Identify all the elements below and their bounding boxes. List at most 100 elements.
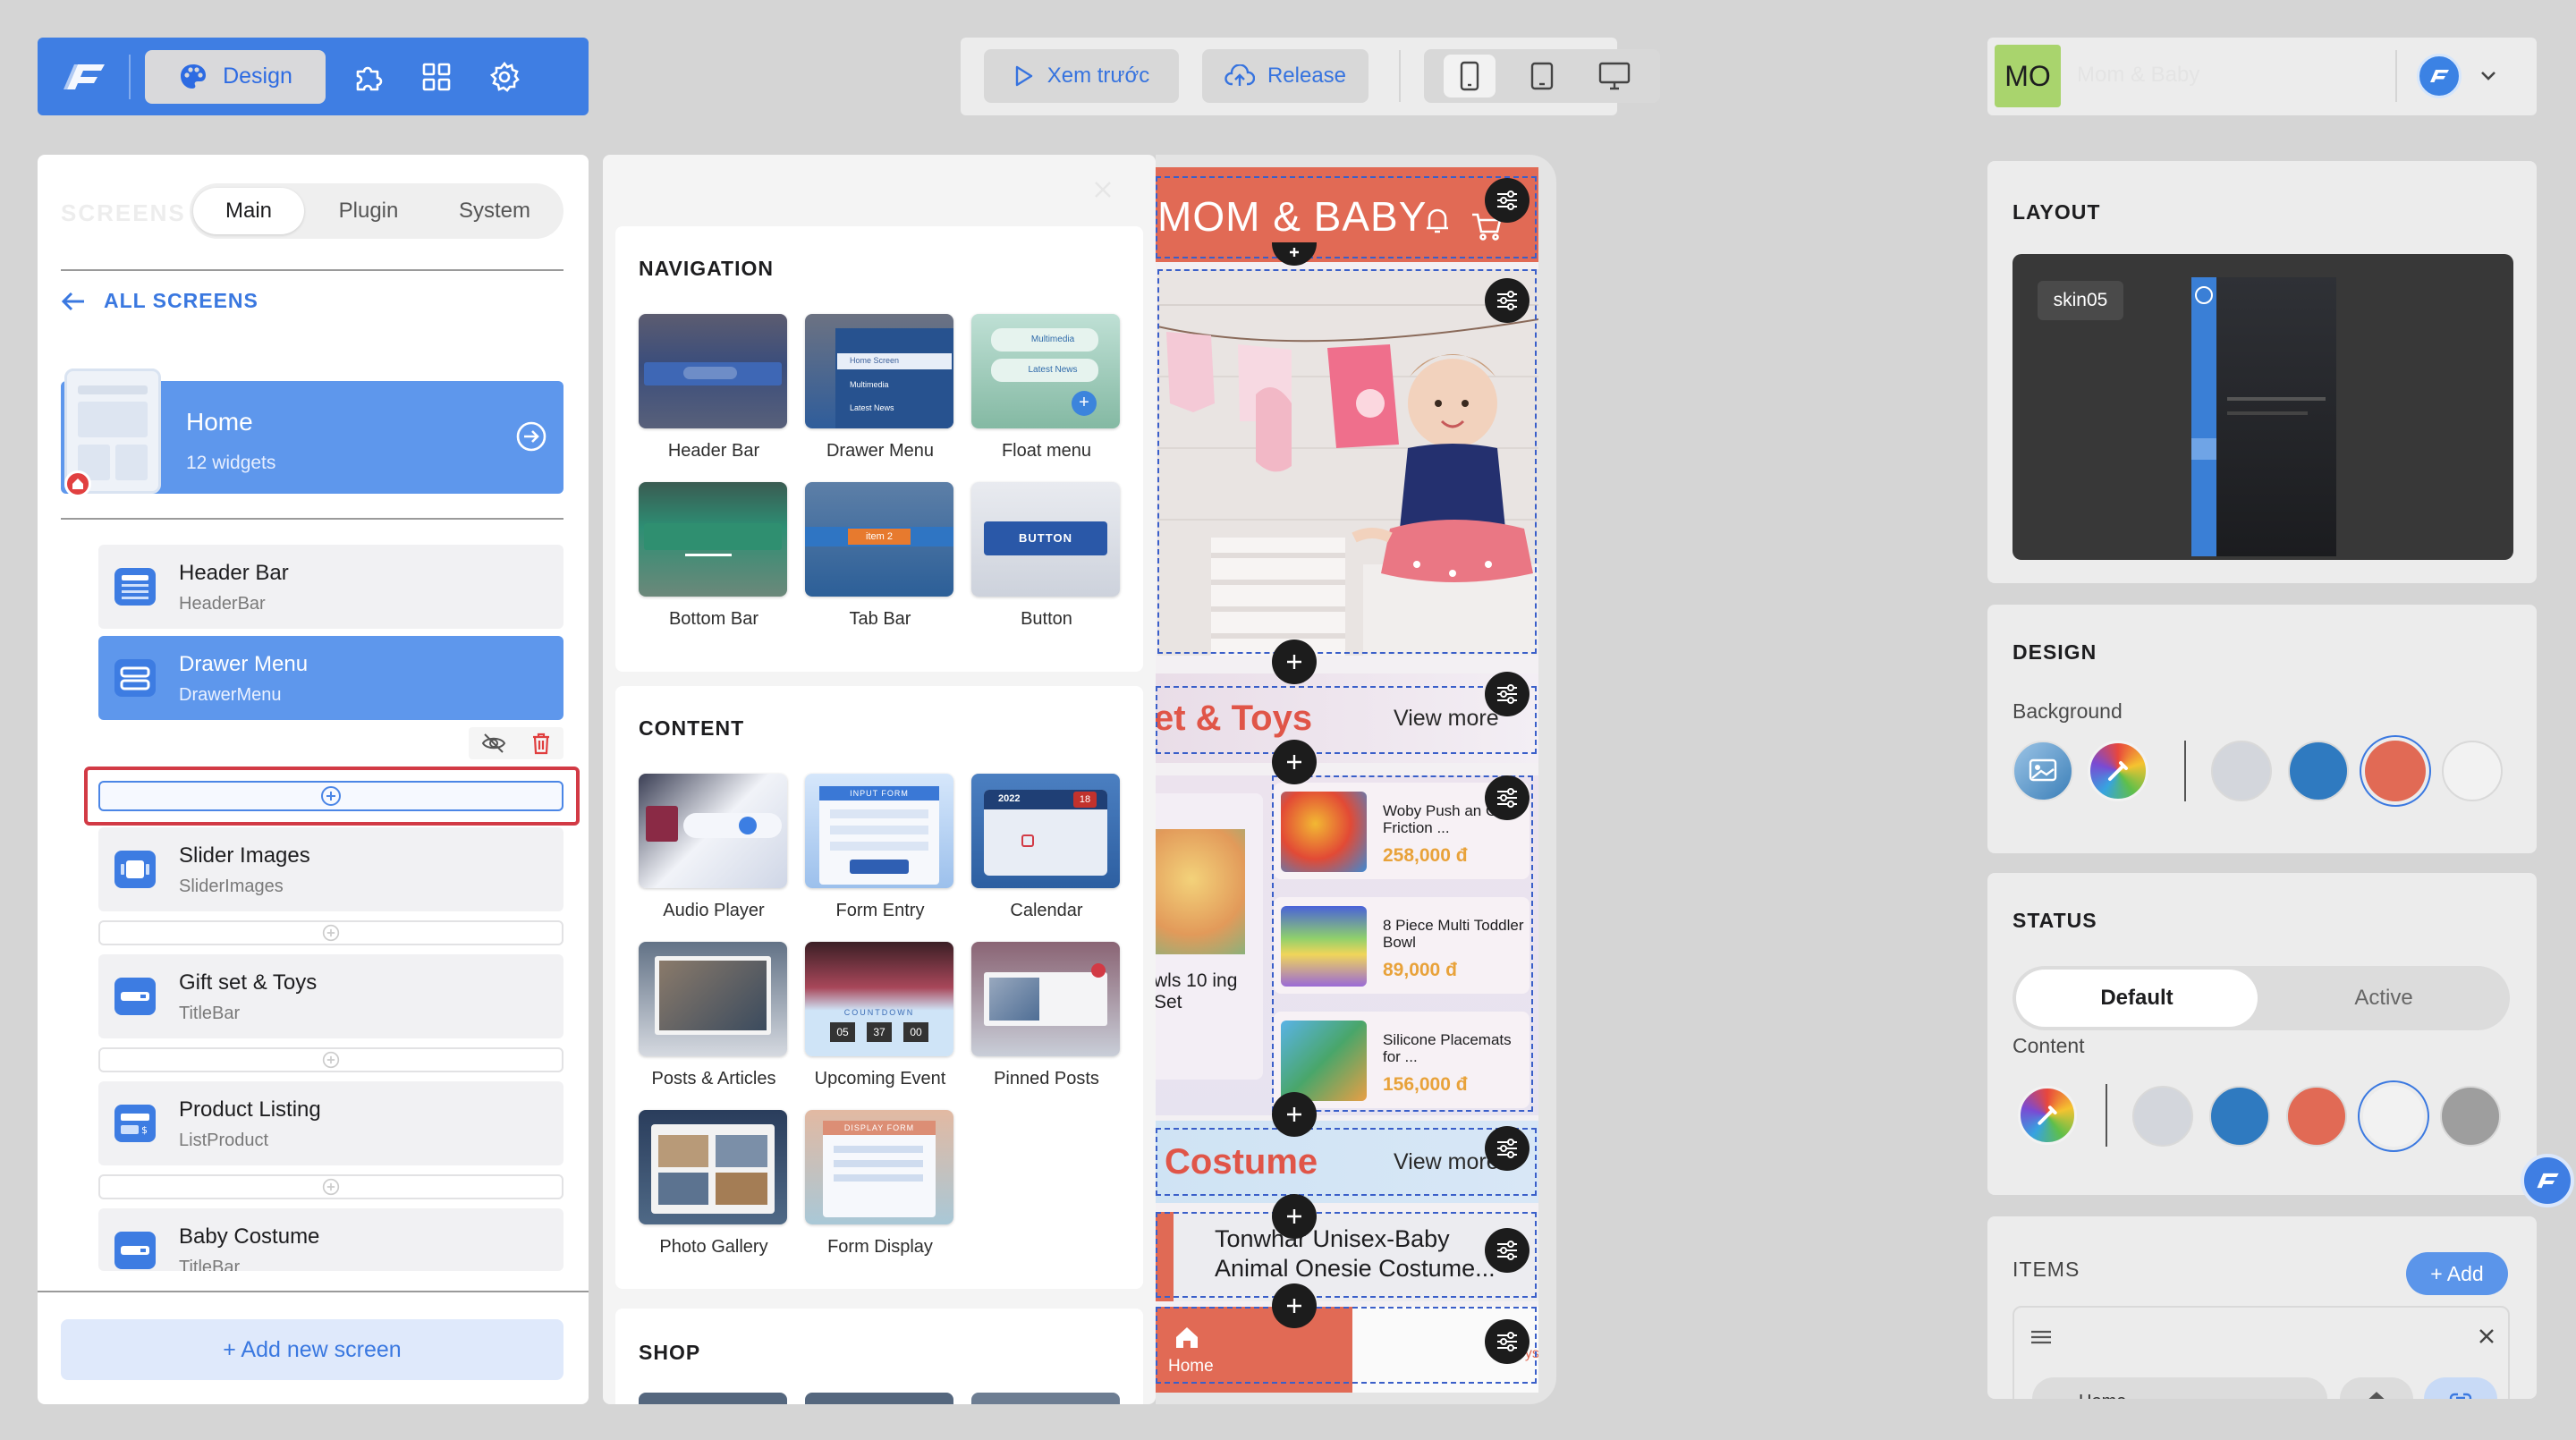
widget-settings-icon[interactable] — [1485, 672, 1530, 716]
all-screens-link[interactable]: ALL SCREENS — [61, 289, 258, 313]
preview-costume-listing[interactable]: Tonwhar Unisex-Baby Animal Onesie Costum… — [1156, 1212, 1538, 1301]
image-background-icon[interactable] — [2012, 741, 2073, 801]
color-picker-icon[interactable] — [2088, 741, 2148, 801]
add-widget-icon[interactable] — [1272, 1194, 1317, 1239]
lib-item-tab-bar[interactable]: item 2 Tab Bar — [805, 482, 955, 630]
lib-item-button[interactable]: BUTTON Button — [971, 482, 1122, 630]
lib-item-form-entry[interactable]: INPUT FORM Form Entry — [805, 774, 955, 921]
widget-settings-icon[interactable] — [1485, 1319, 1530, 1364]
add-new-screen-button[interactable]: + Add new screen — [61, 1319, 564, 1380]
add-widget-icon[interactable] — [1272, 740, 1317, 784]
shop-item-thumbnail[interactable] — [639, 1393, 787, 1404]
open-screen-icon[interactable] — [515, 420, 547, 453]
background-swatch[interactable] — [2211, 741, 2272, 801]
tab-main[interactable]: Main — [193, 188, 304, 234]
gear-icon[interactable] — [479, 52, 530, 102]
content-swatch[interactable] — [2209, 1086, 2270, 1147]
floating-help-button[interactable] — [2521, 1154, 2574, 1207]
widget-item-product-listing[interactable]: $ Product Listing ListProduct — [98, 1081, 564, 1165]
eye-off-icon[interactable] — [481, 733, 506, 754]
tab-system[interactable]: System — [431, 188, 558, 234]
widget-item-slider-images[interactable]: Slider Images SliderImages — [98, 827, 564, 911]
grid-icon[interactable] — [411, 52, 462, 102]
lib-item-drawer-menu[interactable]: Home Screen Multimedia Latest News Drawe… — [805, 314, 955, 462]
avatar[interactable]: MO — [1995, 45, 2061, 107]
lib-item-label: Photo Gallery — [659, 1237, 768, 1257]
event-thumb-days: 05 — [830, 1022, 855, 1042]
lib-item-bottom-bar[interactable]: Bottom Bar — [639, 482, 789, 630]
insert-widget-slot[interactable] — [98, 781, 564, 811]
widget-settings-icon[interactable] — [1485, 775, 1530, 820]
item-label-field[interactable]: Home — [2032, 1377, 2327, 1399]
background-swatch[interactable] — [2442, 741, 2503, 801]
lib-item-photo-gallery[interactable]: Photo Gallery — [639, 1110, 789, 1258]
chevron-down-icon[interactable] — [2478, 64, 2499, 86]
widget-item-baby-costume[interactable]: Baby Costume TitleBar — [98, 1208, 564, 1271]
preview-title-bar-costume[interactable]: Costume View more — [1156, 1121, 1538, 1203]
puzzle-icon[interactable] — [343, 52, 394, 102]
add-widget-icon[interactable] — [1272, 1283, 1317, 1328]
widget-settings-icon[interactable] — [1485, 278, 1530, 323]
add-widget-icon[interactable] — [1272, 640, 1317, 684]
status-default-option[interactable]: Default — [2016, 970, 2258, 1027]
brand-logo-icon[interactable] — [55, 47, 114, 106]
release-button[interactable]: Release — [1202, 49, 1368, 103]
content-swatch-selected[interactable] — [2363, 1086, 2424, 1147]
lib-item-upcoming-event[interactable]: COUNTDOWN 05 37 00 Upcoming Event — [805, 942, 955, 1089]
tablet-device-icon[interactable] — [1516, 55, 1568, 97]
lib-item-calendar[interactable]: 2022 18 Calendar — [971, 774, 1122, 921]
widget-settings-icon[interactable] — [1485, 1228, 1530, 1273]
item-link-button[interactable] — [2424, 1377, 2497, 1399]
current-screen-card[interactable]: Home 12 widgets — [61, 368, 564, 497]
desktop-device-icon[interactable] — [1589, 55, 1640, 97]
preview-product-listing[interactable]: wls 10 ing Set Woby Push an Go Friction … — [1156, 775, 1538, 1115]
swatch-divider — [2106, 1084, 2107, 1147]
background-swatch-selected[interactable] — [2365, 741, 2426, 801]
lib-item-float-menu[interactable]: Multimedia Latest News + Float menu — [971, 314, 1122, 462]
featured-product-card[interactable]: wls 10 ing Set — [1156, 793, 1263, 1080]
app-brand-icon[interactable] — [2417, 54, 2462, 98]
content-swatch[interactable] — [2286, 1086, 2347, 1147]
widget-item-header-bar[interactable]: Header Bar HeaderBar — [98, 545, 564, 629]
lib-item-posts-articles[interactable]: Posts & Articles — [639, 942, 789, 1089]
drag-handle-icon[interactable] — [2029, 1327, 2054, 1347]
lib-item-audio-player[interactable]: Audio Player — [639, 774, 789, 921]
widget-item-drawer-menu[interactable]: Drawer Menu DrawerMenu — [98, 636, 564, 720]
widget-item-gift-set[interactable]: Gift set & Toys TitleBar — [98, 954, 564, 1038]
preview-button[interactable]: Xem trước — [984, 49, 1179, 103]
preview-header-bar[interactable]: MOM & BABY — [1156, 167, 1538, 262]
content-swatch[interactable] — [2132, 1086, 2193, 1147]
trash-icon[interactable] — [531, 732, 551, 755]
lib-item-header-bar[interactable]: Header Bar — [639, 314, 789, 462]
lib-item-form-display[interactable]: DISPLAY FORM Form Display — [805, 1110, 955, 1258]
add-item-button[interactable]: + Add — [2406, 1252, 2508, 1295]
shop-item-thumbnail[interactable] — [805, 1393, 953, 1404]
preview-slider-image[interactable] — [1157, 269, 1538, 656]
widget-settings-icon[interactable] — [1485, 178, 1530, 223]
content-swatch[interactable] — [2440, 1086, 2501, 1147]
insert-widget-slot[interactable] — [98, 1047, 564, 1072]
bottom-bar-thumbnail — [639, 482, 787, 597]
widget-settings-icon[interactable] — [1485, 1126, 1530, 1171]
close-icon[interactable] — [1091, 178, 1114, 201]
shop-item-thumbnail[interactable] — [971, 1393, 1120, 1404]
preview-bottom-bar[interactable]: Home Toys — [1156, 1307, 1538, 1393]
phone-device-icon[interactable] — [1443, 55, 1496, 97]
item-icon-picker[interactable] — [2340, 1377, 2413, 1399]
account-bar: MO Mom & Baby — [1987, 38, 2537, 115]
layout-skin-preview[interactable]: skin05 — [2012, 254, 2513, 560]
status-active-option[interactable]: Active — [2263, 970, 2504, 1027]
lib-item-pinned-posts[interactable]: Pinned Posts — [971, 942, 1122, 1089]
lib-item-label: Audio Player — [663, 901, 765, 920]
widget-title: Gift set & Toys — [179, 970, 318, 995]
preview-title-bar-gift[interactable]: et & Toys View more — [1156, 673, 1538, 763]
tab-plugin[interactable]: Plugin — [313, 188, 424, 234]
button-thumbnail: BUTTON — [971, 482, 1120, 597]
background-swatch[interactable] — [2288, 741, 2349, 801]
color-picker-icon[interactable] — [2018, 1086, 2077, 1145]
design-button[interactable]: Design — [145, 49, 326, 104]
insert-widget-slot[interactable] — [98, 920, 564, 945]
insert-widget-slot[interactable] — [98, 1174, 564, 1199]
close-icon[interactable] — [2476, 1326, 2497, 1347]
add-widget-icon[interactable] — [1272, 1092, 1317, 1137]
